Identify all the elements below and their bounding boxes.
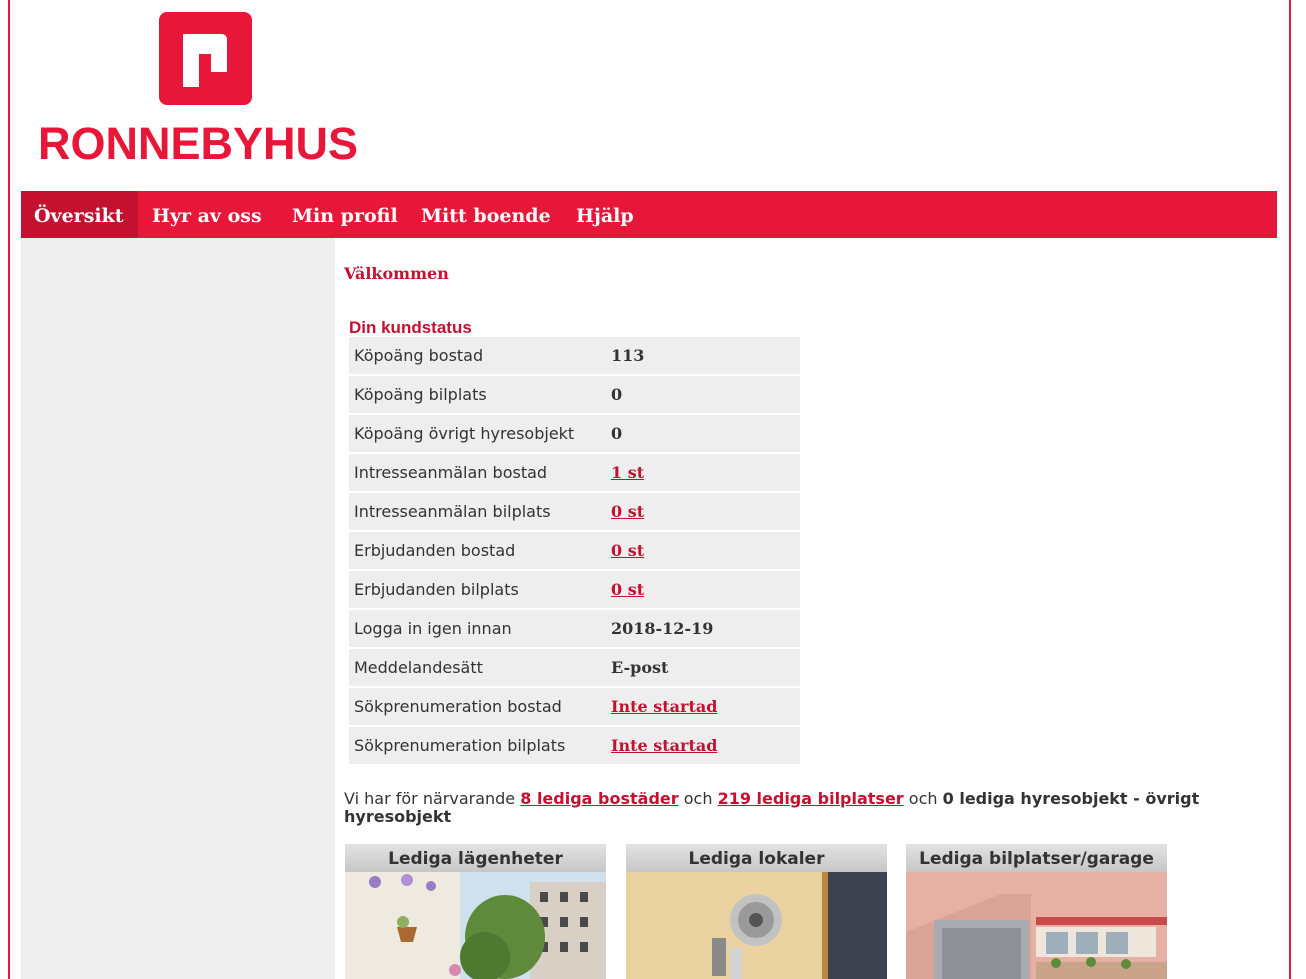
card-title: Lediga bilplatser/garage — [906, 844, 1167, 872]
status-row: Intresseanmälan bostad 1 st — [349, 454, 800, 491]
status-label: Meddelandesätt — [354, 658, 483, 677]
status-label: Sökprenumeration bilplats — [354, 736, 566, 755]
status-value-link[interactable]: 0 st — [611, 532, 644, 569]
status-label: Sökprenumeration bostad — [354, 697, 562, 716]
main-navigation: Översikt Hyr av oss Min profil Mitt boen… — [21, 191, 1277, 238]
available-parking-link[interactable]: 219 lediga bilplatser — [718, 789, 904, 808]
customer-status-table: Köpoäng bostad 113 Köpoäng bilplats 0 Kö… — [349, 337, 800, 766]
status-row: Köpoäng övrigt hyresobjekt 0 — [349, 415, 800, 452]
status-row: Sökprenumeration bilplats Inte startad — [349, 727, 800, 764]
status-value: 113 — [611, 346, 645, 365]
status-value: 0 — [611, 385, 623, 404]
logo-mark-icon — [159, 12, 252, 105]
sidebar — [21, 238, 335, 979]
status-row: Logga in igen innan 2018-12-19 — [349, 610, 800, 647]
status-row: Köpoäng bilplats 0 — [349, 376, 800, 413]
status-value: 2018-12-19 — [611, 619, 714, 638]
card-title: Lediga lokaler — [626, 844, 887, 872]
status-label: Köpoäng bilplats — [354, 385, 487, 404]
apartments-image — [345, 872, 606, 979]
page-frame-left — [8, 0, 10, 979]
availability-summary: Vi har för närvarande 8 lediga bostäder … — [344, 790, 1274, 826]
status-value-link[interactable]: Inte startad — [611, 688, 717, 725]
nav-item-oversikt[interactable]: Översikt — [21, 191, 138, 238]
summary-prefix: Vi har för närvarande — [344, 789, 516, 808]
summary-och: och — [908, 789, 938, 808]
parking-image — [906, 872, 1167, 979]
nav-item-mitt-boende[interactable]: Mitt boende — [408, 191, 564, 238]
nav-item-hjalp[interactable]: Hjälp — [563, 191, 647, 238]
available-homes-link[interactable]: 8 lediga bostäder — [520, 789, 678, 808]
status-row: Erbjudanden bilplats 0 st — [349, 571, 800, 608]
status-row: Köpoäng bostad 113 — [349, 337, 800, 374]
status-row: Sökprenumeration bostad Inte startad — [349, 688, 800, 725]
status-label: Köpoäng bostad — [354, 346, 484, 365]
card-available-apartments[interactable]: Lediga lägenheter — [345, 844, 606, 979]
status-label: Intresseanmälan bostad — [354, 463, 548, 482]
nav-item-min-profil[interactable]: Min profil — [279, 191, 411, 238]
card-title: Lediga lägenheter — [345, 844, 606, 872]
status-label: Erbjudanden bostad — [354, 541, 516, 560]
card-available-parking[interactable]: Lediga bilplatser/garage — [906, 844, 1167, 979]
page-frame-right — [1289, 0, 1291, 979]
status-label: Logga in igen innan — [354, 619, 512, 638]
status-value: E-post — [611, 658, 669, 677]
status-value-link[interactable]: 1 st — [611, 454, 644, 491]
card-available-premises[interactable]: Lediga lokaler — [626, 844, 887, 979]
status-label: Intresseanmälan bilplats — [354, 502, 551, 521]
welcome-heading: Välkommen — [344, 264, 449, 283]
status-value-link[interactable]: 0 st — [611, 493, 644, 530]
status-value-link[interactable]: Inte startad — [611, 727, 717, 764]
status-row: Erbjudanden bostad 0 st — [349, 532, 800, 569]
premises-image — [626, 872, 887, 979]
customer-status-title: Din kundstatus — [349, 318, 472, 337]
status-value-link[interactable]: 0 st — [611, 571, 644, 608]
status-row: Intresseanmälan bilplats 0 st — [349, 493, 800, 530]
site-logo[interactable]: RONNEBYHUS — [36, 10, 381, 180]
summary-och: och — [683, 789, 713, 808]
status-value: 0 — [611, 424, 623, 443]
logo-wordmark: RONNEBYHUS — [38, 118, 359, 169]
status-row: Meddelandesätt E-post — [349, 649, 800, 686]
nav-item-hyr-av-oss[interactable]: Hyr av oss — [139, 191, 275, 238]
status-label: Köpoäng övrigt hyresobjekt — [354, 424, 575, 443]
status-label: Erbjudanden bilplats — [354, 580, 519, 599]
